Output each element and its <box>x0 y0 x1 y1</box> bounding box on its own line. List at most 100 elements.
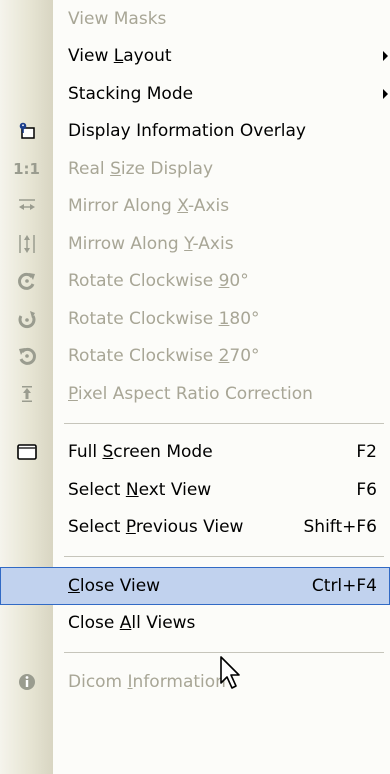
real-size-icon-text: 1:1 <box>13 159 40 178</box>
menu-item-view-masks: View Masks <box>0 0 390 38</box>
mnemonic-key: Y <box>184 233 193 254</box>
label-text: revious View <box>135 517 244 538</box>
menu-item-shortcut: Shift+F6 <box>303 517 377 538</box>
label-text: ll Views <box>131 613 196 634</box>
menu-item-label: Mirror Along X-Axis <box>68 196 229 216</box>
menu-item-label: Select Next View <box>68 480 211 500</box>
label-text: nformation <box>132 671 226 692</box>
label-text: 80° <box>229 308 260 329</box>
menu-item-stacking-mode[interactable]: Stacking Mode <box>0 75 390 113</box>
info-overlay-icon <box>0 113 53 151</box>
rotate-90-icon <box>0 263 53 301</box>
menu-separator <box>0 546 390 567</box>
separator-line <box>64 652 384 653</box>
menu-item-label: Close All Views <box>68 613 195 633</box>
menu-item-close-all-views[interactable]: Close All Views <box>0 605 390 643</box>
mnemonic-key: P <box>68 383 78 404</box>
rotate-270-icon <box>0 338 53 376</box>
mnemonic-key: C <box>68 575 80 596</box>
menu-item-label: Rotate Clockwise 180° <box>68 309 260 329</box>
separator-line <box>64 556 384 557</box>
mnemonic-key: N <box>125 479 139 500</box>
menu-item-label: Mirrow Along Y-Axis <box>68 234 234 254</box>
menu-item-display-information-overlay[interactable]: Display Information Overlay <box>0 113 390 151</box>
menu-item-select-next-view[interactable]: Select Next View F6 <box>0 471 390 509</box>
menu-item-select-previous-view[interactable]: Select Previous View Shift+F6 <box>0 509 390 547</box>
label-text: Display Information Overlay <box>68 121 306 142</box>
mnemonic-key: P <box>125 517 136 538</box>
menu-item-label: Rotate Clockwise 270° <box>68 346 260 366</box>
menu-item-label: Real Size Display <box>68 159 213 179</box>
mnemonic-key: X <box>177 196 189 217</box>
menu-item-real-size-display: 1:1 Real Size Display <box>0 150 390 188</box>
menu-separator <box>0 642 390 663</box>
menu-item-rotate-clockwise-270: Rotate Clockwise 270° <box>0 338 390 376</box>
label-text: -Axis <box>188 196 230 217</box>
mnemonic-key: A <box>119 613 132 634</box>
menu-item-rotate-clockwise-90: Rotate Clockwise 90° <box>0 263 390 301</box>
label-text: 0° <box>229 271 249 292</box>
menu-item-label: Display Information Overlay <box>68 121 306 141</box>
menu-item-label: Pixel Aspect Ratio Correction <box>68 384 313 404</box>
menu-item-label: Select Previous View <box>68 517 243 537</box>
menu-item-label: View Layout <box>68 46 172 66</box>
menu-item-pixel-aspect-ratio-correction: Pixel Aspect Ratio Correction <box>0 375 390 413</box>
mirror-x-icon <box>0 188 53 226</box>
menu-item-label: Rotate Clockwise 90° <box>68 271 249 291</box>
menu-item-mirrow-along-y-axis: Mirrow Along Y-Axis <box>0 225 390 263</box>
label-text: Select <box>68 479 126 500</box>
menu-item-full-screen-mode[interactable]: Full Screen Mode F2 <box>0 434 390 472</box>
label-text: creen Mode <box>113 442 213 463</box>
menu-item-label: Dicom Information <box>68 672 226 692</box>
label-text: ixel Aspect Ratio Correction <box>77 383 313 404</box>
mnemonic-key: S <box>102 442 114 463</box>
label-text: Dicom <box>68 671 128 692</box>
label-text: Rotate Clockwise <box>68 271 219 292</box>
label-text: lose View <box>79 575 161 596</box>
label-text: View Masks <box>68 8 167 29</box>
menu-item-label: Stacking Mode <box>68 84 193 104</box>
mouse-cursor-icon <box>219 655 245 691</box>
menu-item-rotate-clockwise-180: Rotate Clockwise 180° <box>0 300 390 338</box>
mnemonic-key: 2 <box>218 346 230 367</box>
label-text: Full <box>68 442 103 463</box>
menu-item-view-layout[interactable]: View Layout <box>0 38 390 76</box>
label-text: Rotate Clockwise <box>68 346 219 367</box>
label-text: ayout <box>123 46 172 67</box>
label-text: 70° <box>229 346 260 367</box>
label-text: Close <box>68 613 120 634</box>
menu-item-dicom-information: Dicom Information <box>0 663 390 701</box>
label-text: Stacking Mode <box>68 83 194 104</box>
submenu-arrow-icon <box>383 51 388 62</box>
submenu-arrow-icon <box>383 88 388 99</box>
menu-items: View Masks View Layout Stacking Mode Displa… <box>0 0 390 701</box>
pixel-aspect-icon <box>0 375 53 413</box>
label-text: Select <box>68 517 126 538</box>
mnemonic-key: 9 <box>218 271 230 292</box>
label-text: Mirror Along <box>68 196 178 217</box>
separator-line <box>64 422 384 424</box>
menu-item-shortcut: Ctrl+F4 <box>311 575 377 596</box>
real-size-icon: 1:1 <box>0 150 53 188</box>
menu-item-shortcut: F6 <box>356 479 377 500</box>
rotate-180-icon <box>0 300 53 338</box>
menu-item-label: View Masks <box>68 9 166 29</box>
fullscreen-icon <box>0 434 53 472</box>
menu-item-mirror-along-x-axis: Mirror Along X-Axis <box>0 188 390 226</box>
menu-item-label: Full Screen Mode <box>68 442 213 462</box>
menu-item-close-view[interactable]: Close View Ctrl+F4 <box>0 567 390 605</box>
mirror-y-icon <box>0 225 53 263</box>
label-text: ize Display <box>120 158 214 179</box>
label-text: -Axis <box>192 233 234 254</box>
label-text: View <box>68 46 114 67</box>
menu-item-shortcut: F2 <box>356 442 377 463</box>
label-text: Rotate Clockwise <box>68 308 219 329</box>
mnemonic-key: S <box>110 158 121 179</box>
label-text: ext View <box>138 479 212 500</box>
context-menu: View Masks View Layout Stacking Mode Displa… <box>0 0 390 774</box>
label-text: Real <box>68 158 111 179</box>
mnemonic-key: L <box>113 46 124 67</box>
menu-separator <box>0 413 390 434</box>
dicom-info-icon <box>0 663 53 701</box>
mnemonic-key: 1 <box>218 308 230 329</box>
